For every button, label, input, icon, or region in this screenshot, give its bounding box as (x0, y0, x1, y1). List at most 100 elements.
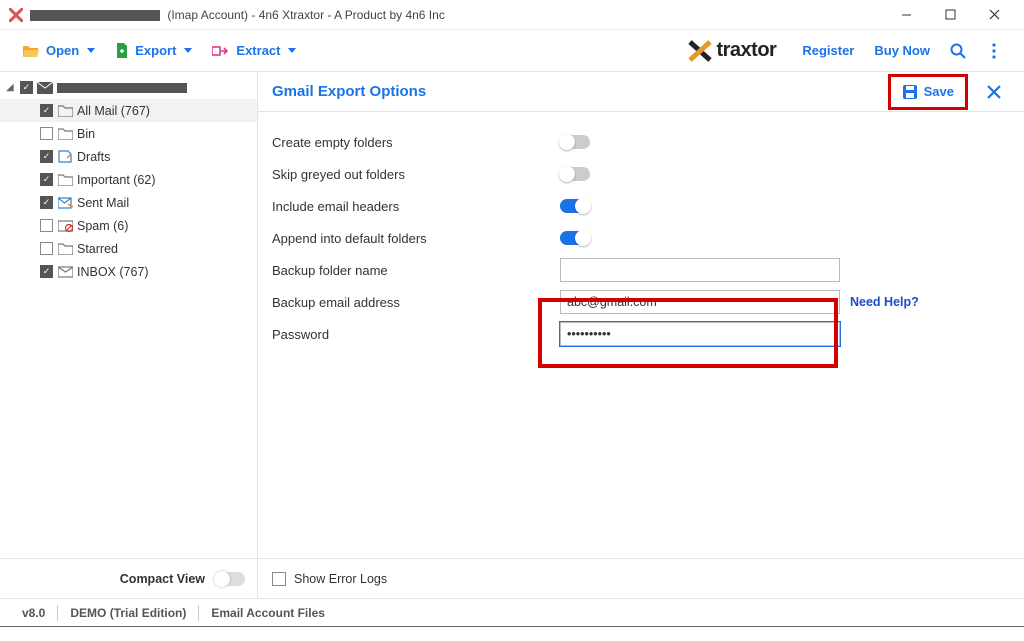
open-menu[interactable]: Open (12, 37, 105, 65)
status-bar: v8.0 DEMO (Trial Edition) Email Account … (0, 598, 1024, 626)
save-label: Save (924, 84, 954, 99)
opt-backup-folder: Backup folder name (272, 254, 1006, 286)
backup-folder-input[interactable] (560, 258, 840, 282)
folder-tree[interactable]: ◢ All Mail (767) Bin Drafts Important (62) S… (0, 72, 257, 558)
content-panel: Gmail Export Options Save Create empty f… (258, 72, 1024, 598)
search-icon (949, 42, 967, 60)
label: Append into default folders (272, 231, 560, 246)
opt-append-default: Append into default folders (272, 222, 1006, 254)
search-button[interactable] (940, 33, 976, 69)
tree-item-label: Bin (77, 127, 95, 141)
toggle-skip-greyed[interactable] (560, 167, 590, 181)
tree-item-label: Spam (6) (77, 219, 128, 233)
main-toolbar: Open Export Extract traxtor Register Buy… (0, 30, 1024, 72)
close-icon (986, 84, 1002, 100)
tree-item-label: Sent Mail (77, 196, 129, 210)
export-menu[interactable]: Export (105, 37, 202, 65)
brand-text: traxtor (716, 39, 776, 62)
extract-menu[interactable]: Extract (202, 37, 306, 64)
tree-item[interactable]: Starred (0, 237, 257, 260)
tree-item-label: INBOX (767) (77, 265, 149, 279)
file-export-icon (115, 43, 129, 59)
status-files: Email Account Files (199, 606, 337, 620)
save-icon (902, 84, 918, 100)
checkbox[interactable] (40, 104, 53, 117)
window-controls (884, 1, 1016, 29)
close-window-button[interactable] (972, 1, 1016, 29)
need-help-link[interactable]: Need Help? (850, 295, 919, 309)
label: Include email headers (272, 199, 560, 214)
tree-root[interactable]: ◢ (0, 76, 257, 99)
chevron-down-icon (184, 48, 192, 53)
compact-view-row: Compact View (0, 558, 257, 598)
tree-item-label: Drafts (77, 150, 110, 164)
inbox-icon (57, 266, 73, 278)
tree-item[interactable]: Bin (0, 122, 257, 145)
checkbox[interactable] (20, 81, 33, 94)
opt-password: Password (272, 318, 1006, 350)
spam-icon (57, 220, 73, 232)
checkbox[interactable] (40, 150, 53, 163)
buy-now-link[interactable]: Buy Now (864, 37, 940, 64)
folder-icon (57, 128, 73, 140)
toggle-create-empty[interactable] (560, 135, 590, 149)
save-button[interactable]: Save (893, 79, 963, 105)
toggle-include-headers[interactable] (560, 199, 590, 213)
panel-title: Gmail Export Options (272, 83, 888, 100)
folder-icon (57, 243, 73, 255)
close-panel-button[interactable] (978, 76, 1010, 108)
backup-email-input[interactable] (560, 290, 840, 314)
window-title: (Imap Account) - 4n6 Xtraxtor - A Produc… (30, 8, 884, 22)
sent-icon (57, 197, 73, 209)
checkbox[interactable] (40, 127, 53, 140)
label: Skip greyed out folders (272, 167, 560, 182)
checkbox[interactable] (40, 265, 53, 278)
extract-icon (212, 44, 230, 58)
minimize-button[interactable] (884, 1, 928, 29)
password-input[interactable] (560, 322, 840, 346)
more-menu[interactable] (976, 33, 1012, 69)
tree-item[interactable]: Important (62) (0, 168, 257, 191)
compact-view-toggle[interactable] (215, 572, 245, 586)
chevron-down-icon (87, 48, 95, 53)
app-icon (8, 7, 24, 23)
folder-icon (57, 174, 73, 186)
folder-open-icon (22, 43, 40, 59)
redacted-account-name (30, 10, 160, 21)
checkbox[interactable] (40, 219, 53, 232)
opt-create-empty: Create empty folders (272, 126, 1006, 158)
bottom-border (0, 626, 1024, 641)
label: Password (272, 327, 560, 342)
tree-item[interactable]: Drafts (0, 145, 257, 168)
opt-include-headers: Include email headers (272, 190, 1006, 222)
tree-item-label: Starred (77, 242, 118, 256)
tree-item[interactable]: All Mail (767) (0, 99, 257, 122)
collapse-icon[interactable]: ◢ (6, 82, 16, 93)
highlight-save: Save (888, 74, 968, 110)
tree-item-label: Important (62) (77, 173, 156, 187)
register-link[interactable]: Register (792, 37, 864, 64)
label: Backup email address (272, 295, 560, 310)
checkbox[interactable] (40, 173, 53, 186)
status-edition: DEMO (Trial Edition) (58, 606, 198, 620)
status-version: v8.0 (10, 606, 57, 620)
tree-item-label: All Mail (767) (77, 104, 150, 118)
label: Create empty folders (272, 135, 560, 150)
toggle-append-default[interactable] (560, 231, 590, 245)
show-error-logs-checkbox[interactable] (272, 572, 286, 586)
maximize-button[interactable] (928, 1, 972, 29)
mail-icon (37, 82, 53, 94)
draft-icon (57, 150, 73, 163)
checkbox[interactable] (40, 242, 53, 255)
title-bar: (Imap Account) - 4n6 Xtraxtor - A Produc… (0, 0, 1024, 30)
checkbox[interactable] (40, 196, 53, 209)
tree-root-label (57, 81, 187, 95)
tree-item[interactable]: Sent Mail (0, 191, 257, 214)
folder-icon (57, 105, 73, 117)
panel-header: Gmail Export Options Save (258, 72, 1024, 112)
extract-label: Extract (236, 43, 280, 58)
open-label: Open (46, 43, 79, 58)
tree-item[interactable]: Spam (6) (0, 214, 257, 237)
tree-item[interactable]: INBOX (767) (0, 260, 257, 283)
compact-view-label: Compact View (120, 572, 205, 586)
